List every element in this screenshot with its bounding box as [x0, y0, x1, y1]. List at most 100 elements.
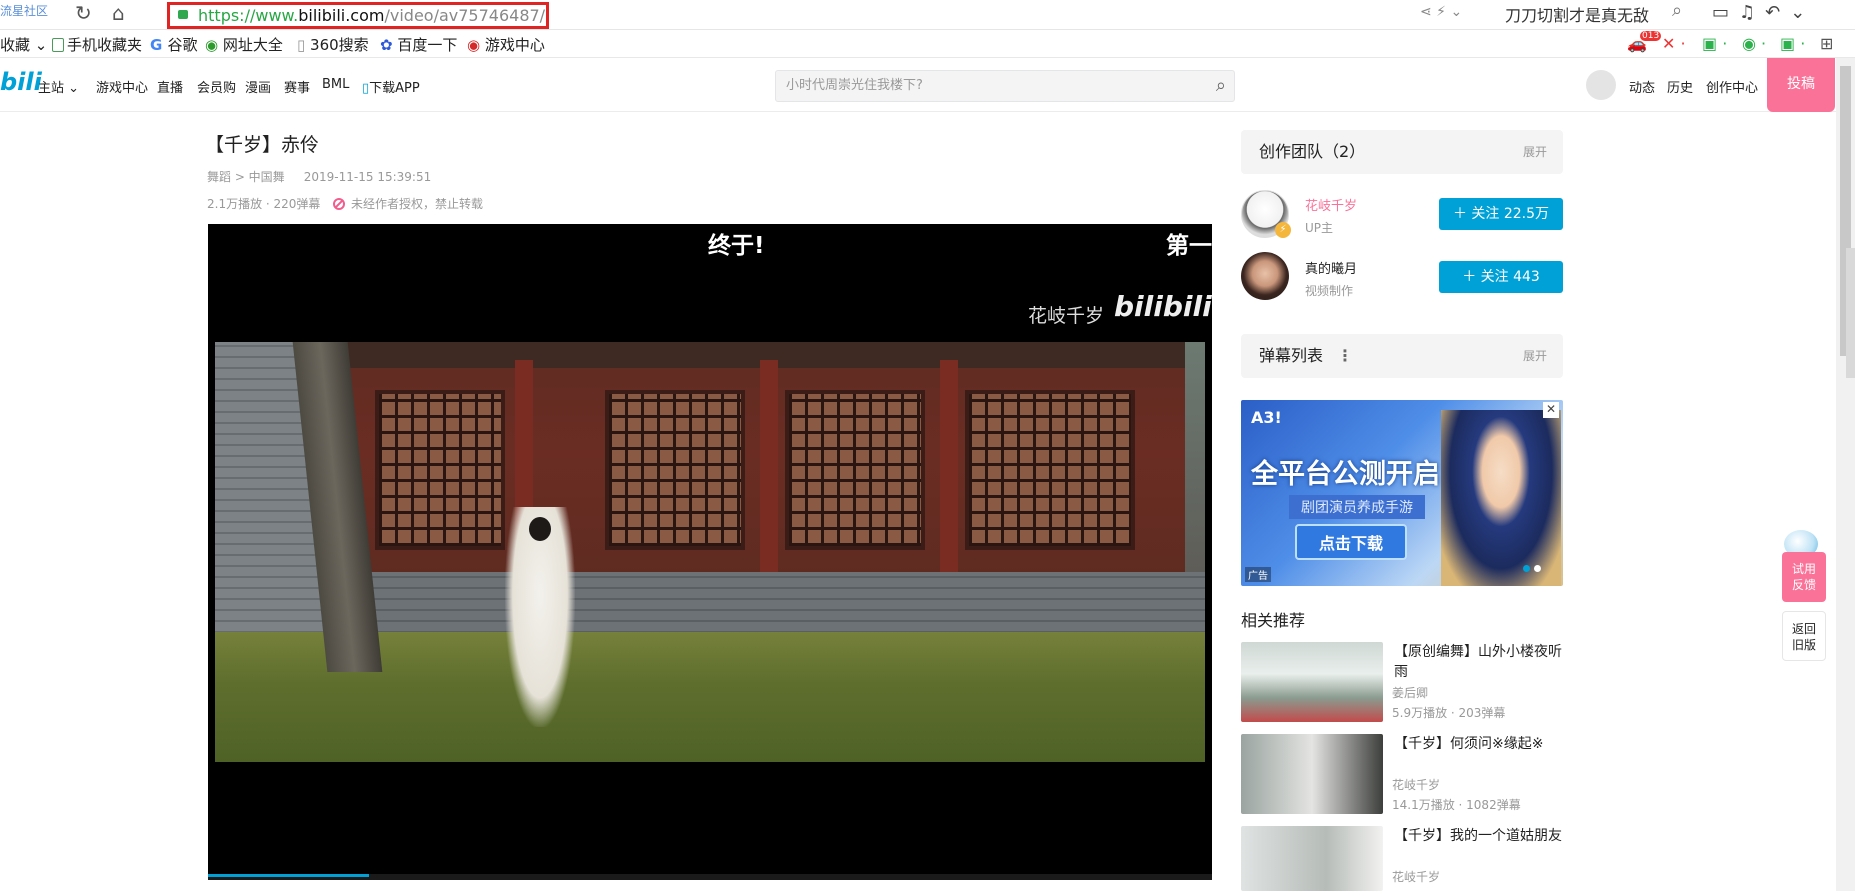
url-input[interactable]: https://www.bilibili.com/video/av7574648…	[167, 2, 549, 29]
carousel-dot[interactable]	[1534, 565, 1541, 572]
carousel-dots[interactable]	[1523, 561, 1545, 576]
subtitle-text-2: 第一	[1166, 233, 1212, 259]
video-player[interactable]: 终于! 第一 花岐千岁 bilibili	[208, 224, 1212, 880]
danmaku-list-header[interactable]: 弹幕列表 ⋮ 展开	[1241, 334, 1563, 378]
ad-banner[interactable]: A3! 全平台公测开启 剧团演员养成手游 点击下载 ✕ 广告	[1241, 400, 1563, 586]
nav-live[interactable]: 直播	[157, 77, 183, 96]
video-progress-bar[interactable]	[208, 874, 1212, 880]
extension-tools-icon[interactable]: ✕ ·	[1662, 34, 1686, 53]
nav-creator-center[interactable]: 创作中心	[1706, 77, 1758, 96]
creator-team-header: 创作团队（2） 展开	[1241, 130, 1563, 174]
ad-headline: 全平台公测开启	[1251, 459, 1440, 490]
favorites-menu[interactable]: 收藏 ⌄	[0, 34, 47, 55]
extension-money-icon[interactable]: ◉ ·	[1742, 34, 1766, 53]
bookmark-game[interactable]: ◉ 游戏中心	[467, 34, 545, 55]
nav-download-app[interactable]: ▯下载APP	[362, 77, 420, 96]
browser-address-bar: 流星社区 ↻ ⌂ https://www.bilibili.com/video/…	[0, 0, 1855, 30]
related-thumbnail[interactable]	[1241, 642, 1383, 722]
related-title[interactable]: 【千岁】我的一个道姑朋友	[1394, 826, 1564, 846]
bookmark-hao[interactable]: ◉ 网址大全	[205, 34, 283, 55]
video-title: 【千岁】赤伶	[205, 134, 320, 156]
search-icon[interactable]: ⌕	[1672, 0, 1682, 21]
lock-icon	[178, 10, 188, 19]
search-icon[interactable]: ⌕	[1216, 71, 1226, 101]
related-author[interactable]: 姜后卿	[1392, 684, 1428, 701]
game-icon: ◉	[467, 36, 485, 54]
member-avatar[interactable]	[1241, 252, 1289, 300]
related-author[interactable]: 花岐千岁	[1392, 868, 1440, 885]
nav-shop[interactable]: 会员购	[197, 77, 236, 96]
follow-button[interactable]: ＋ 关注 443	[1439, 261, 1563, 293]
extension-badge: 013	[1640, 31, 1662, 41]
roof-edge	[325, 342, 1185, 368]
bookmark-baidu[interactable]: ✿ 百度一下	[380, 34, 457, 55]
related-author[interactable]: 花岐千岁	[1392, 776, 1440, 793]
subtitle-text: 终于!	[708, 233, 765, 259]
bookmark-mobile[interactable]: 手机收藏夹	[52, 34, 142, 55]
related-title[interactable]: 【千岁】何须问※缘起※	[1394, 734, 1564, 754]
site-header: bili 主站 ⌄ 游戏中心 直播 会员购 漫画 赛事 BML ▯下载APP 小…	[0, 58, 1855, 112]
window-lattice	[375, 390, 505, 550]
ban-icon	[333, 198, 345, 210]
follow-button[interactable]: ＋ 关注 22.5万	[1439, 198, 1563, 230]
related-thumbnail[interactable]	[1241, 734, 1383, 814]
bookmark-360[interactable]: ▯ 360搜索	[297, 34, 369, 55]
browser-brand[interactable]: 流星社区	[0, 2, 48, 19]
upload-button[interactable]: 投稿	[1767, 58, 1835, 112]
google-icon: G	[150, 36, 168, 54]
phone-icon	[52, 38, 64, 52]
extension-grid-icon[interactable]: ⊞	[1820, 34, 1833, 53]
carousel-dot[interactable]	[1523, 565, 1530, 572]
nav-game-center[interactable]: 游戏中心	[96, 77, 148, 96]
close-icon[interactable]: ✕	[1543, 402, 1559, 418]
window-lattice	[965, 390, 1135, 550]
ad-download-button[interactable]: 点击下载	[1295, 524, 1408, 560]
share-icon[interactable]: ⋖ ⚡ ⌄	[1420, 4, 1462, 20]
team-expand-link[interactable]: 展开	[1523, 130, 1547, 174]
bookmark-google[interactable]: G 谷歌	[150, 34, 198, 55]
url-scheme: https://www.	[198, 6, 299, 25]
bilibili-logo[interactable]: bili	[0, 68, 42, 96]
extension-gamepad-icon[interactable]: ▣ ·	[1780, 34, 1805, 53]
refresh-icon[interactable]: ↻	[75, 2, 92, 24]
url-host: bilibili.com	[298, 6, 385, 25]
ad-subtitle: 剧团演员养成手游	[1289, 495, 1425, 519]
nav-manga[interactable]: 漫画	[245, 77, 271, 96]
scroll-indicator	[1846, 248, 1855, 378]
member-name[interactable]: 花岐千岁	[1305, 195, 1357, 214]
nav-bml[interactable]: BML	[322, 77, 349, 92]
dancer-head	[529, 517, 551, 541]
member-name[interactable]: 真的曦月	[1305, 258, 1357, 277]
more-vertical-icon[interactable]: ⋮	[1337, 334, 1353, 378]
watermark-author: 花岐千岁	[1028, 305, 1105, 327]
bookmarks-bar: 收藏 ⌄ 手机收藏夹 G 谷歌 ◉ 网址大全 ▯ 360搜索 ✿ 百度一下 ◉ …	[0, 30, 1855, 58]
globe-icon: ◉	[205, 36, 223, 54]
plus-icon: ＋	[1452, 206, 1467, 222]
related-thumbnail[interactable]	[1241, 826, 1383, 891]
danmaku-expand-link[interactable]: 展开	[1523, 334, 1547, 378]
site-search-input[interactable]: 小时代周崇光住我楼下? ⌕	[775, 70, 1235, 102]
nav-main-station[interactable]: 主站 ⌄	[38, 77, 79, 96]
extension-translate-icon[interactable]: ▣ ·	[1702, 34, 1727, 53]
lightning-icon: ⚡	[1275, 222, 1291, 238]
user-avatar[interactable]	[1586, 70, 1616, 100]
nav-history[interactable]: 历史	[1667, 77, 1693, 96]
home-icon[interactable]: ⌂	[112, 2, 125, 24]
feedback-button[interactable]: 试用 反馈	[1782, 552, 1826, 602]
nav-esports[interactable]: 赛事	[284, 77, 310, 96]
video-date: 2019-11-15 15:39:51	[303, 170, 432, 184]
related-title[interactable]: 【原创编舞】山外小楼夜听雨	[1394, 642, 1564, 682]
window-lattice	[605, 390, 745, 550]
video-category[interactable]: 舞蹈 > 中国舞	[207, 170, 285, 184]
chevron-down-icon: ⌄	[68, 81, 80, 96]
ad-tag: 广告	[1245, 567, 1271, 582]
nav-dynamic[interactable]: 动态	[1629, 77, 1655, 96]
browser-search-input[interactable]: 刀刀切割才是真无敌	[1505, 2, 1649, 26]
member-role: UP主	[1305, 221, 1334, 235]
browser-toolbar-icons[interactable]: ▭♫↶⌄	[1712, 2, 1815, 23]
watermark-logo: bilibili	[1114, 290, 1212, 323]
member-role: 视频制作	[1305, 284, 1354, 298]
old-version-button[interactable]: 返回 旧版	[1782, 611, 1826, 661]
page-scrollbar[interactable]	[1836, 58, 1855, 891]
page-icon: ▯	[297, 36, 311, 54]
